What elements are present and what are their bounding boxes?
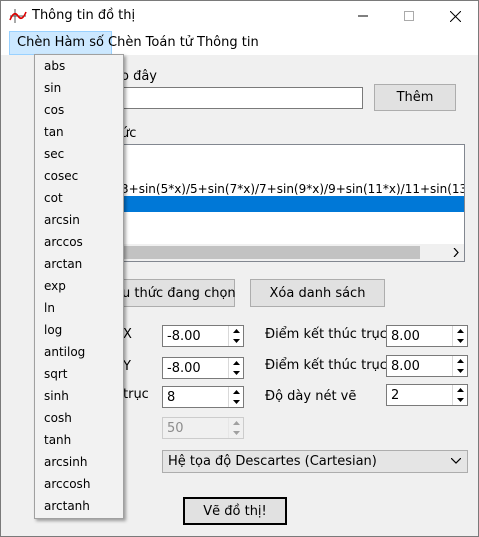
minimize-icon xyxy=(358,15,368,17)
menu-item-abs[interactable]: abs xyxy=(44,55,65,77)
y-start-spinner[interactable]: -8.00 xyxy=(162,357,244,379)
scroll-right-icon[interactable] xyxy=(453,248,459,257)
delete-selected-button[interactable]: u thức đang chọn xyxy=(113,279,236,307)
x-start-spinner[interactable]: -8.00 xyxy=(162,325,244,347)
line-thickness-label: Độ dày nét vẽ xyxy=(265,389,357,404)
menu-insert-function[interactable]: Chèn Hàm số xyxy=(9,31,112,55)
maximize-button[interactable] xyxy=(386,1,432,31)
spin-down-icon[interactable] xyxy=(229,368,243,378)
axis-value: 8 xyxy=(167,390,176,405)
spin-up-icon[interactable] xyxy=(229,387,243,397)
spin-up-icon[interactable] xyxy=(453,326,467,336)
menu-item-sin[interactable]: sin xyxy=(44,77,61,99)
menu-item-exp[interactable]: exp xyxy=(44,275,66,297)
menu-item-arcsinh[interactable]: arcsinh xyxy=(44,451,87,473)
add-button[interactable]: Thêm xyxy=(374,84,456,111)
list-item-selected[interactable] xyxy=(114,196,464,212)
x-start-label: X xyxy=(123,327,132,342)
spin-up-icon[interactable] xyxy=(453,385,467,395)
spin-up-icon[interactable] xyxy=(229,326,243,336)
y-end-spin-buttons xyxy=(452,356,467,376)
list-item[interactable]: 3+sin(5*x)/5+sin(7*x)/7+sin(9*x)/9+sin(1… xyxy=(114,181,464,197)
app-window: Thông tin đồ thị Chèn Hàm số Chèn Toán t… xyxy=(0,0,479,537)
y-start-spin-buttons xyxy=(228,358,243,378)
y-end-label: Điểm kết thúc trục Y xyxy=(265,358,399,373)
menu-item-cosec[interactable]: cosec xyxy=(44,165,78,187)
axis-spinner[interactable]: 8 xyxy=(162,386,244,408)
y-start-label: Y xyxy=(123,359,131,374)
spin-down-icon[interactable] xyxy=(453,395,467,405)
menu-item-ln[interactable]: ln xyxy=(44,297,55,319)
y-end-value: 8.00 xyxy=(391,359,420,374)
line-thickness-spinner[interactable]: 2 xyxy=(386,384,468,406)
line-thickness-value: 2 xyxy=(391,388,400,403)
graph-app-icon xyxy=(9,9,27,23)
x-end-value: 8.00 xyxy=(391,329,420,344)
x-start-spin-buttons xyxy=(228,326,243,346)
draw-graph-button[interactable]: Vẽ đồ thị! xyxy=(183,497,287,525)
axis-label: trục xyxy=(123,387,149,402)
close-button[interactable] xyxy=(432,1,478,31)
menu-item-arccosh[interactable]: arccosh xyxy=(44,473,90,495)
menu-item-arctan[interactable]: arctan xyxy=(44,253,82,275)
x-end-label: Điểm kết thúc trục X xyxy=(265,327,400,342)
function-dropdown-menu: abs sin cos tan sec cosec cot arcsin arc… xyxy=(34,54,124,519)
y-end-spinner[interactable]: 8.00 xyxy=(386,355,468,377)
spin-up-icon[interactable] xyxy=(453,356,467,366)
expression-list[interactable]: 3+sin(5*x)/5+sin(7*x)/7+sin(9*x)/9+sin(1… xyxy=(113,144,465,262)
axis-spin-buttons xyxy=(228,387,243,407)
menu-item-cos[interactable]: cos xyxy=(44,99,64,121)
menu-insert-operator[interactable]: Chèn Toán tử xyxy=(101,31,200,55)
x-end-spinner[interactable]: 8.00 xyxy=(386,325,468,347)
spin-up-icon xyxy=(229,418,243,428)
expression-input[interactable] xyxy=(113,87,363,109)
x-start-value: -8.00 xyxy=(167,329,201,344)
menu-item-cot[interactable]: cot xyxy=(44,187,63,209)
disabled-spin-buttons xyxy=(228,418,243,438)
disabled-spinner: 50 xyxy=(162,417,244,439)
spin-down-icon[interactable] xyxy=(453,336,467,346)
spin-down-icon xyxy=(229,428,243,438)
menu-item-arctanh[interactable]: arctanh xyxy=(44,495,90,517)
spin-down-icon[interactable] xyxy=(229,336,243,346)
menu-item-sqrt[interactable]: sqrt xyxy=(44,363,68,385)
menu-item-sinh[interactable]: sinh xyxy=(44,385,69,407)
chevron-down-icon xyxy=(451,458,461,464)
menu-item-arcsin[interactable]: arcsin xyxy=(44,209,80,231)
clear-list-button[interactable]: Xóa danh sách xyxy=(250,279,385,307)
menu-item-antilog[interactable]: antilog xyxy=(44,341,85,363)
menu-item-cosh[interactable]: cosh xyxy=(44,407,72,429)
menu-info[interactable]: Thông tin xyxy=(190,31,266,55)
disabled-value: 50 xyxy=(167,421,184,436)
window-title: Thông tin đồ thị xyxy=(32,8,136,23)
menu-item-tan[interactable]: tan xyxy=(44,121,64,143)
spin-up-icon[interactable] xyxy=(229,358,243,368)
menu-item-tanh[interactable]: tanh xyxy=(44,429,71,451)
spin-down-icon[interactable] xyxy=(229,397,243,407)
spin-down-icon[interactable] xyxy=(453,366,467,376)
y-start-value: -8.00 xyxy=(167,361,201,376)
coordinate-system-value: Hệ tọa độ Descartes (Cartesian) xyxy=(168,454,377,469)
thickness-spin-buttons xyxy=(452,385,467,405)
expression-input-label: o đây xyxy=(121,69,157,84)
maximize-icon xyxy=(404,11,414,21)
menu-item-arccos[interactable]: arccos xyxy=(44,231,83,253)
x-end-spin-buttons xyxy=(452,326,467,346)
minimize-button[interactable] xyxy=(340,1,386,31)
horizontal-scrollbar[interactable] xyxy=(114,244,464,261)
scrollbar-thumb[interactable] xyxy=(114,246,420,259)
title-bar[interactable]: Thông tin đồ thị xyxy=(1,1,478,31)
menu-item-log[interactable]: log xyxy=(44,319,62,341)
close-icon xyxy=(449,10,461,22)
menu-bar: Chèn Hàm số Chèn Toán tử Thông tin xyxy=(1,31,478,55)
menu-item-sec[interactable]: sec xyxy=(44,143,64,165)
coordinate-system-select[interactable]: Hệ tọa độ Descartes (Cartesian) xyxy=(162,450,468,473)
